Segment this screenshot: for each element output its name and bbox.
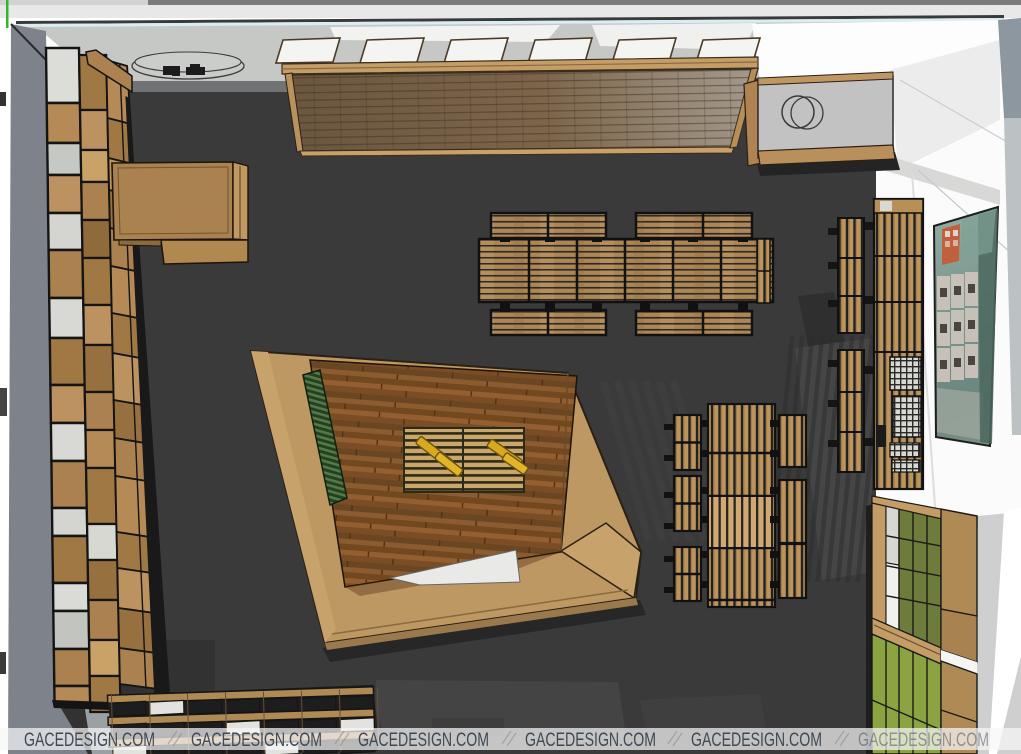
svg-text:GACEDESIGN.COM: GACEDESIGN.COM xyxy=(691,730,822,751)
svg-text:GACEDESIGN.COM: GACEDESIGN.COM xyxy=(525,730,656,751)
svg-text:GACEDESIGN.COM: GACEDESIGN.COM xyxy=(858,730,989,751)
svg-text:GACEDESIGN.COM: GACEDESIGN.COM xyxy=(24,730,155,751)
svg-text:GACEDESIGN.COM: GACEDESIGN.COM xyxy=(191,730,322,751)
svg-text:GACEDESIGN.COM: GACEDESIGN.COM xyxy=(358,730,489,751)
